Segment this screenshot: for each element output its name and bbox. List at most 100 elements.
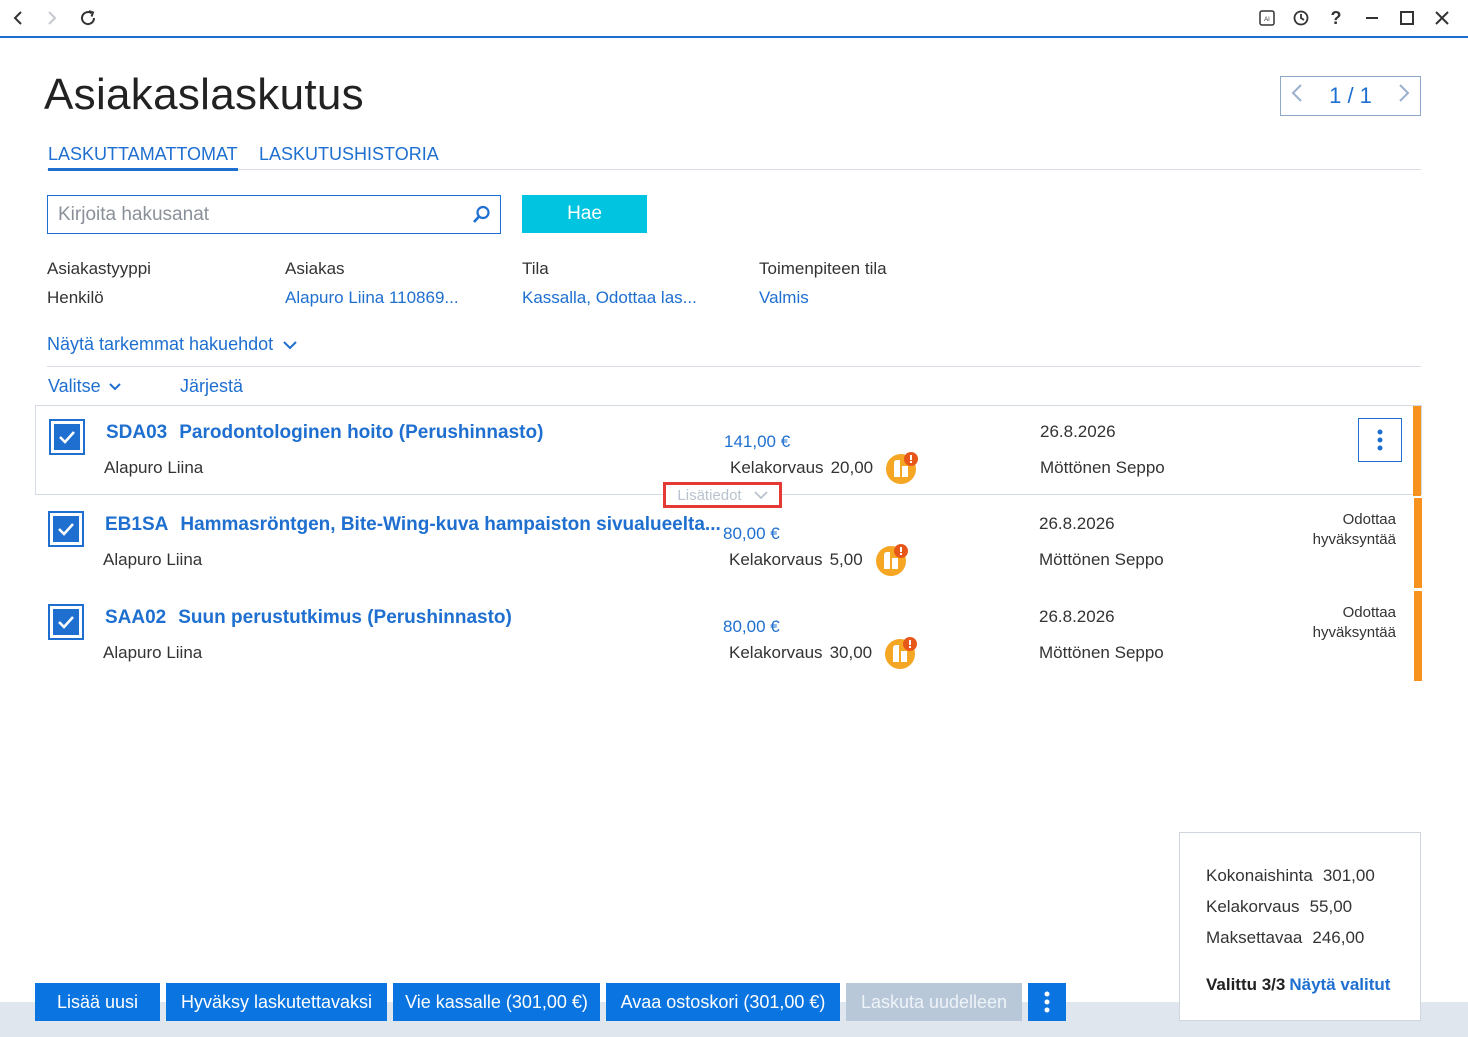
kela-amount: 20,00 [830,458,874,477]
kela-label: Kelakorvaus [729,550,823,569]
filter-tila: Tila Kassalla, Odottaa las... [522,259,697,308]
filter-label: Asiakas [285,259,345,278]
kebab-icon [1044,991,1050,1013]
row-kela: Kelakorvaus 30,00 [729,643,872,663]
filter-label: Tila [522,259,549,278]
row-name: Hammasröntgen, Bite-Wing-kuva hampaiston… [180,514,721,535]
status-bar [1413,406,1421,496]
show-selected-link[interactable]: Näytä valitut [1289,975,1390,994]
summary-kela: Kelakorvaus 55,00 [1206,897,1352,917]
approve-button[interactable]: Hyväksy laskutettavaksi [166,983,387,1021]
row-handler: Möttönen Seppo [1039,643,1164,662]
row-price: 80,00 € [723,524,780,543]
row-code: SAA02 [105,607,167,628]
search-icon[interactable] [472,205,491,229]
filter-asiakastyyppi: Asiakastyyppi Henkilö [47,259,151,308]
add-new-button[interactable]: Lisää uusi [35,983,160,1021]
kela-warning-icon [885,451,919,485]
more-actions-button[interactable] [1028,983,1066,1021]
summary-payable-label: Maksettavaa [1206,928,1303,947]
filter-value: Henkilö [47,288,104,307]
row-title-link[interactable]: SAA02 Suun perustutkimus (Perushinnasto) [105,607,512,629]
row-title-link[interactable]: SDA03 Parodontologinen hoito (Perushinnas… [106,422,543,444]
tab-bar: LASKUTTAMATTOMAT LASKUTUSHISTORIA [47,142,1421,171]
summary-payable: Maksettavaa 246,00 [1206,928,1364,948]
chevron-down-icon [283,340,297,349]
row-price: 141,00 € [724,432,791,451]
row-customer: Alapuro Liina [103,643,203,662]
kela-label: Kelakorvaus [730,458,824,477]
kela-amount: 5,00 [829,550,863,569]
status-badge: Odottaa hyväksyntää [1312,604,1396,641]
row-handler: Möttönen Seppo [1040,458,1165,477]
list-item[interactable]: EB1SA Hammasröntgen, Bite-Wing-kuva hampa… [35,498,1422,588]
maximize-icon[interactable] [1395,6,1419,30]
kela-label: Kelakorvaus [729,643,823,662]
row-code: EB1SA [105,514,169,535]
checkmark-icon [59,431,75,444]
refresh-icon[interactable] [76,6,100,30]
summary-total-value: 301,00 [1322,866,1375,885]
row-date: 26.8.2026 [1039,514,1115,533]
more-filters-toggle[interactable]: Näytä tarkemmat hakuehdot [47,334,297,355]
row-code: SDA03 [106,422,168,443]
row-date: 26.8.2026 [1039,607,1115,626]
row-kela: Kelakorvaus 20,00 [730,458,873,478]
row-kela: Kelakorvaus 5,00 [729,550,863,570]
pager: 1 / 1 [1280,76,1421,116]
search-input[interactable] [48,196,448,233]
row-date: 26.8.2026 [1040,422,1116,441]
row-name: Suun perustutkimus (Perushinnasto) [178,607,512,628]
status-bar [1414,591,1422,681]
filter-label: Asiakastyyppi [47,259,151,278]
row-title-link[interactable]: EB1SA Hammasröntgen, Bite-Wing-kuva hampa… [105,514,721,536]
back-icon[interactable] [6,6,30,30]
filter-value-link[interactable]: Kassalla, Odottaa las... [522,288,697,308]
help-icon[interactable]: ? [1324,6,1348,30]
selected-count: Valittu 3/3 [1206,975,1286,994]
search-box [47,195,501,234]
filter-value-link[interactable]: Valmis [759,288,887,308]
list-item[interactable]: SAA02 Suun perustutkimus (Perushinnasto) … [35,591,1422,681]
pager-next-icon[interactable] [1398,83,1410,109]
close-icon[interactable] [1430,6,1454,30]
row-checkbox[interactable] [49,419,85,455]
history-icon[interactable] [1289,6,1313,30]
row-name: Parodontologinen hoito (Perushinnasto) [179,422,544,443]
status-badge: Odottaa hyväksyntää [1312,511,1396,548]
tab-laskutushistoria[interactable]: LASKUTUSHISTORIA [259,144,439,168]
minimize-icon[interactable] [1360,6,1384,30]
window-toolbar: AI ? [0,0,1468,38]
checkmark-icon [58,616,74,629]
open-cart-button[interactable]: Avaa ostoskori (301,00 €) [606,983,840,1021]
search-button[interactable]: Hae [522,195,647,233]
summary-total: Kokonaishinta 301,00 [1206,866,1375,886]
chevron-down-icon [108,383,121,391]
sort-menu[interactable]: Järjestä [180,376,243,397]
page-title: Asiakaslaskutus [44,70,364,119]
row-customer: Alapuro Liina [104,458,204,477]
row-checkbox[interactable] [48,604,84,640]
kela-amount: 30,00 [829,643,873,662]
summary-kela-value: 55,00 [1309,897,1353,916]
checkmark-icon [58,523,74,536]
summary-selection: Valittu 3/3 Näytä valitut [1206,975,1390,995]
divider [47,366,1421,367]
summary-kela-label: Kelakorvaus [1206,897,1300,916]
select-menu[interactable]: Valitse [48,376,121,397]
pager-prev-icon[interactable] [1291,83,1303,109]
tab-laskuttamattomat[interactable]: LASKUTTAMATTOMAT [48,144,238,171]
rebill-button[interactable]: Laskuta uudelleen [846,983,1022,1021]
ai-icon[interactable]: AI [1255,6,1279,30]
forward-icon[interactable] [40,6,64,30]
to-checkout-button[interactable]: Vie kassalle (301,00 €) [393,983,600,1021]
row-customer: Alapuro Liina [103,550,203,569]
row-price: 80,00 € [723,617,780,636]
status-bar [1414,498,1422,588]
row-handler: Möttönen Seppo [1039,550,1164,569]
row-more-button[interactable] [1358,418,1402,462]
row-checkbox[interactable] [48,511,84,547]
filter-label: Toimenpiteen tila [759,259,887,278]
summary-panel: Kokonaishinta 301,00 Kelakorvaus 55,00 Mak… [1179,832,1421,1021]
filter-value-link[interactable]: Alapuro Liina 110869... [285,288,459,308]
